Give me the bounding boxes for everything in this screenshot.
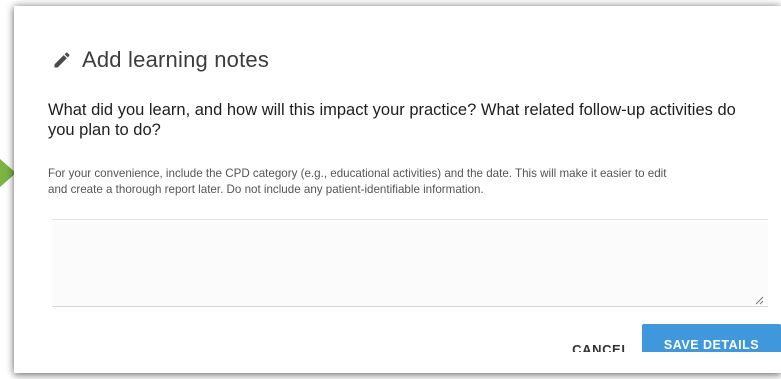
- screen: Add learning notes What did you learn, a…: [0, 0, 781, 379]
- question-line-1: What did you learn, and how will this im…: [48, 101, 736, 119]
- dialog-title: Add learning notes: [82, 47, 270, 72]
- hint-line-2: and create a thorough report later. Do n…: [48, 183, 484, 196]
- pencil-icon: [54, 52, 70, 68]
- dialog-header: Add learning notes: [52, 46, 269, 74]
- learning-notes-dialog: Add learning notes What did you learn, a…: [14, 6, 781, 373]
- hint-line-1: For your convenience, include the CPD ca…: [48, 167, 667, 180]
- question-line-2: you plan to do?: [48, 121, 161, 139]
- resize-grip-icon[interactable]: [754, 295, 764, 305]
- learning-notes-textarea[interactable]: [52, 219, 768, 307]
- question-text: What did you learn, and how will this im…: [48, 100, 768, 140]
- dialog-content: Add learning notes What did you learn, a…: [14, 6, 781, 373]
- dialog-bottom-edge: [14, 352, 781, 373]
- hint-text: For your convenience, include the CPD ca…: [48, 166, 778, 198]
